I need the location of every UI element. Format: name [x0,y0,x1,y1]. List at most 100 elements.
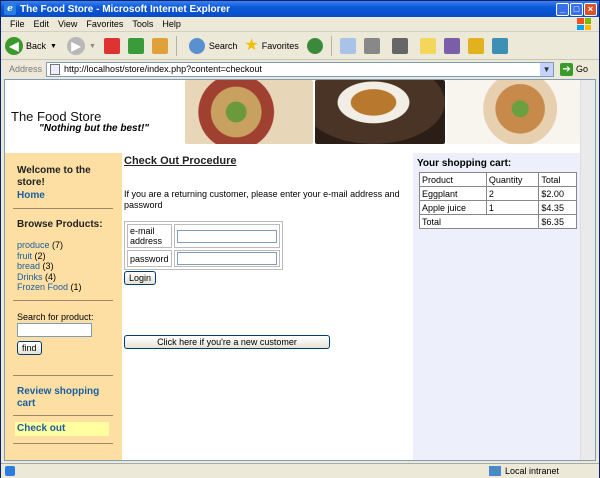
new-customer-button[interactable]: Click here if you're a new customer [124,335,330,349]
star-icon: ★ [244,37,259,54]
browser-window: e The Food Store - Microsoft Internet Ex… [0,0,600,478]
address-input[interactable]: http://localhost/store/index.php?content… [46,61,555,77]
address-label: Address [9,64,43,74]
menu-bar: File Edit View Favorites Tools Help [1,17,599,32]
discuss-icon[interactable] [491,38,508,54]
page-title: Check Out Procedure [124,155,237,167]
cart-quantity: 2 [485,186,540,201]
page-status-icon [5,466,15,476]
checkout-highlight: Check out [15,422,109,436]
email-field[interactable] [176,229,277,243]
food-image-soup [315,80,445,144]
favorites-button[interactable]: ★ Favorites [241,35,298,57]
table-row: Eggplant 2 $2.00 [419,186,577,201]
page-content: The Food Store "Nothing but the best!" W… [4,79,596,461]
main-content: Check Out Procedure If you are a returni… [122,153,413,460]
product-search-input[interactable] [17,323,92,337]
cart-line-total: $4.35 [538,200,577,215]
column-header: Product [419,172,487,187]
category-item: produce (7) [17,240,82,251]
welcome-heading: Welcome to the store! [17,165,91,188]
forward-dropdown-icon[interactable]: ▼ [89,43,96,50]
site-slogan: "Nothing but the best!" [39,123,150,134]
category-item: Drinks (4) [17,272,82,283]
home-link[interactable]: Home [17,190,45,201]
category-count: (1) [70,282,82,292]
zone-label: Local intranet [504,466,559,476]
category-count: (2) [34,250,46,261]
messenger-icon[interactable] [467,38,484,54]
go-arrow-icon[interactable]: ➔ [560,62,574,76]
sidebar: Welcome to the store! Home Browse Produc… [5,153,122,460]
cart-product: Eggplant [419,186,487,201]
category-item: fruit (2) [17,251,82,262]
toolbar-separator [175,36,177,56]
forward-arrow-icon: ▶ [66,37,85,55]
review-cart-link[interactable]: Review shopping cart [17,386,113,410]
media-icon[interactable] [306,38,323,54]
cart-header-row: Product Quantity Total [419,172,577,187]
forward-button[interactable]: ▶ ▼ [61,35,96,57]
search-button[interactable]: Search [185,35,238,57]
column-header: Total [538,172,577,187]
window-title: The Food Store - Microsoft Internet Expl… [20,3,231,15]
vertical-scrollbar[interactable] [580,80,595,460]
checkout-link[interactable]: Check out [17,423,65,434]
address-url: http://localhost/store/index.php?content… [64,64,262,74]
search-icon [188,38,205,54]
mail-icon[interactable] [339,38,356,54]
maximize-button[interactable]: □ [570,2,583,16]
banner: The Food Store "Nothing but the best!" [5,80,580,152]
menu-file[interactable]: File [10,19,25,29]
food-image-salad [185,80,313,144]
login-button[interactable]: Login [124,271,156,285]
go-button[interactable]: Go [576,64,588,74]
cart-product: Apple juice [419,200,487,215]
favorites-label: Favorites [261,41,299,51]
back-arrow-icon: ◀ [5,37,23,55]
category-link-produce[interactable]: produce [17,240,50,250]
browse-heading: Browse Products: [17,219,103,230]
password-field[interactable] [176,252,277,265]
stop-icon[interactable] [103,38,120,54]
research-icon[interactable] [443,38,460,54]
category-count: (7) [52,240,64,250]
intranet-icon [488,466,501,476]
shopping-cart: Your shopping cart: Product Quantity Tot… [413,153,580,460]
category-link-fruit[interactable]: fruit [17,251,32,261]
address-dropdown-icon[interactable]: ▼ [540,62,554,76]
site-title: The Food Store [11,109,102,124]
search-label: Search [208,41,238,51]
cart-quantity: 1 [485,200,540,215]
cart-total-label: Total [418,214,540,229]
email-label: e-mail address [127,224,172,248]
edit-icon[interactable] [391,38,408,54]
ie-logo-icon: e [4,3,16,15]
category-link-bread[interactable]: bread [17,261,40,271]
home-icon[interactable] [151,38,168,54]
find-button[interactable]: find [17,341,42,355]
address-bar: Address http://localhost/store/index.php… [1,60,599,78]
minimize-button[interactable]: _ [556,2,569,16]
login-form: e-mail address password [124,221,283,270]
category-link-drinks[interactable]: Drinks [17,272,43,282]
table-row: Apple juice 1 $4.35 [419,200,577,215]
checkout-intro: If you are a returning customer, please … [124,189,400,210]
close-button[interactable]: × [584,2,597,16]
print-icon[interactable] [363,38,380,54]
back-button[interactable]: ◀ Back ▼ [5,35,57,57]
menu-help[interactable]: Help [162,19,181,29]
back-dropdown-icon[interactable]: ▼ [50,43,57,50]
menu-tools[interactable]: Tools [132,19,153,29]
menu-favorites[interactable]: Favorites [86,19,123,29]
cart-line-total: $2.00 [538,186,577,201]
security-zone: Local intranet [488,466,559,476]
category-count: (3) [42,261,54,271]
food-image-dessert [447,80,580,144]
category-link-frozen-food[interactable]: Frozen Food [17,282,68,292]
menu-edit[interactable]: Edit [34,19,50,29]
notes-icon[interactable] [419,38,436,54]
back-label: Back [26,41,47,51]
menu-view[interactable]: View [58,19,77,29]
refresh-icon[interactable] [127,38,144,54]
